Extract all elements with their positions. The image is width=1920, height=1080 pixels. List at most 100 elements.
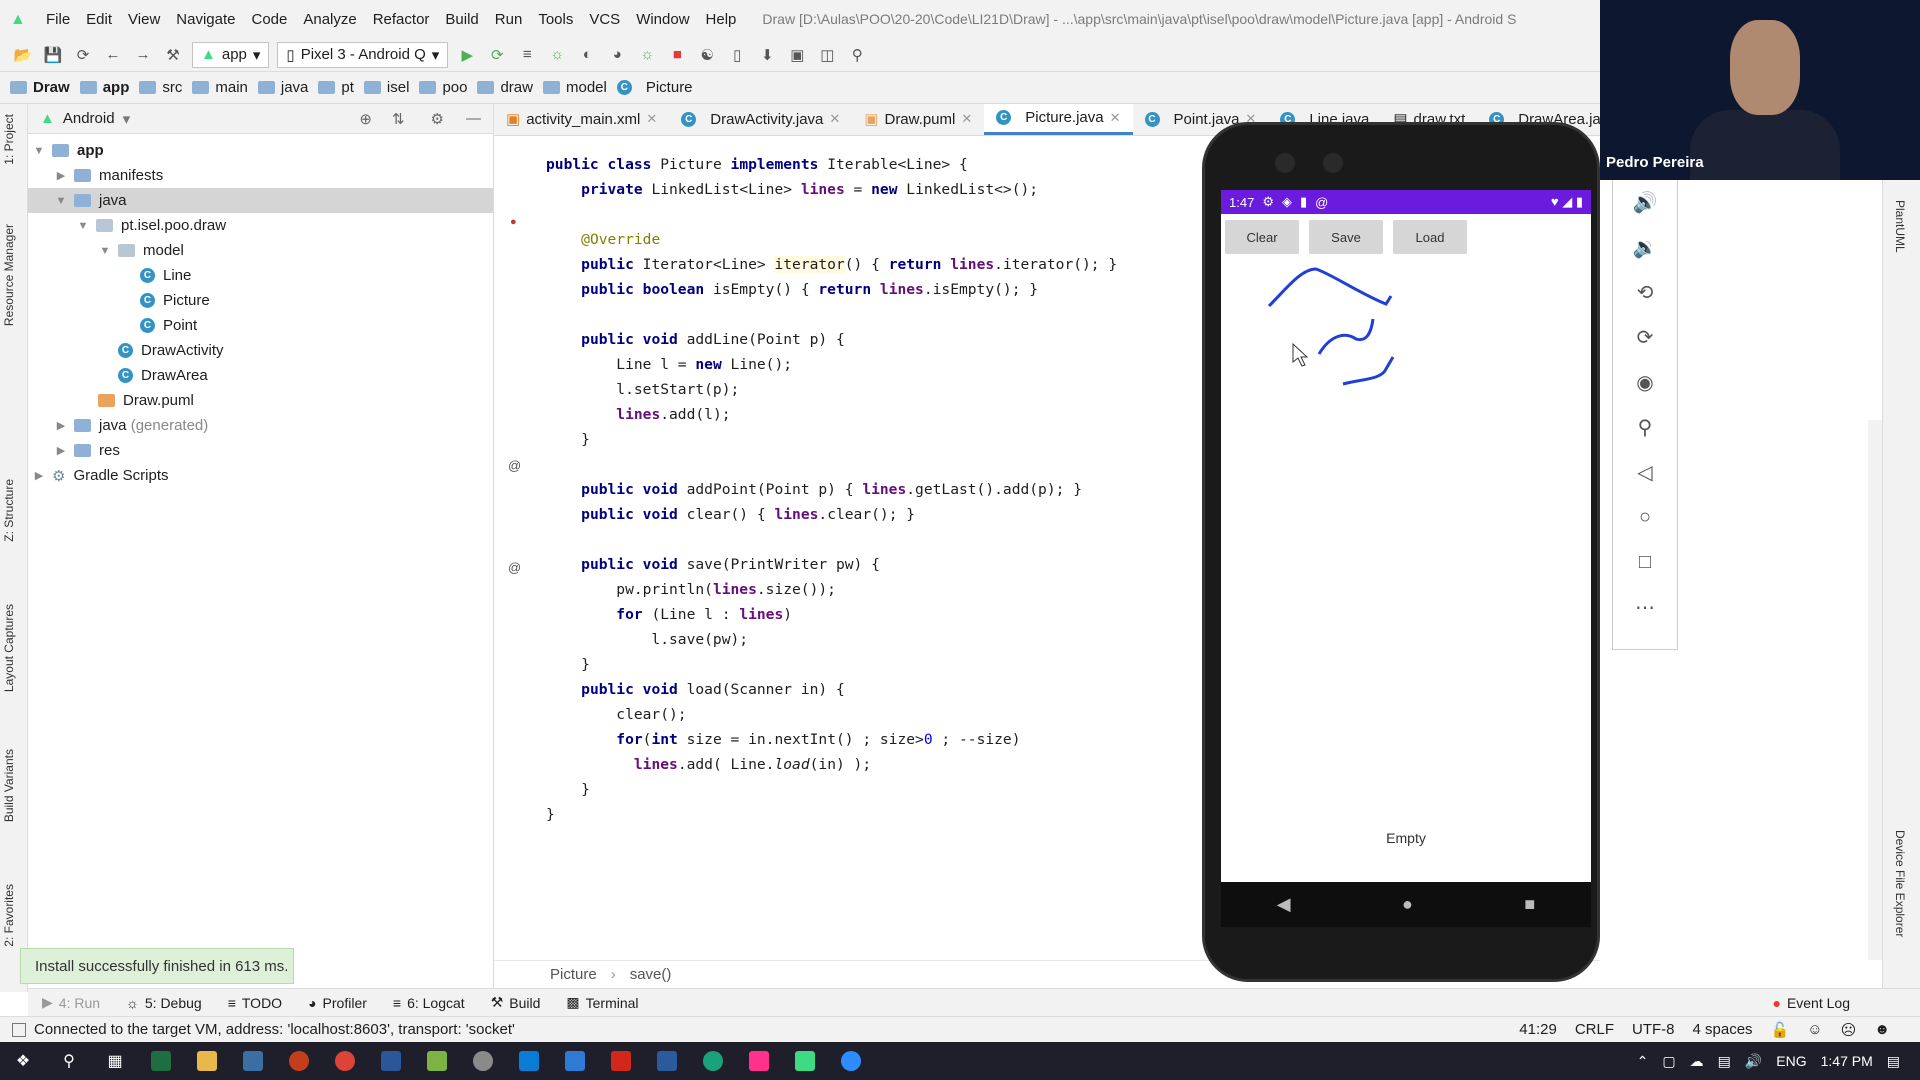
tray-chevron-icon[interactable]: ⌃	[1637, 1053, 1649, 1070]
hector-icon[interactable]: ☻	[1874, 1021, 1890, 1039]
implements-marker-icon[interactable]: ●	[510, 216, 517, 228]
tree-item-java-generated[interactable]: ▶ java (generated)	[28, 413, 493, 438]
menu-view[interactable]: View	[128, 11, 160, 28]
project-tool-tab[interactable]: 1: Project	[2, 114, 16, 165]
menu-edit[interactable]: Edit	[86, 11, 112, 28]
camera-icon[interactable]: ◉	[1613, 360, 1677, 405]
back-icon[interactable]: ←	[98, 42, 128, 68]
search-icon[interactable]: ⚲	[46, 1042, 92, 1080]
close-icon[interactable]: ✕	[829, 111, 840, 127]
locate-icon[interactable]: ⊕	[359, 110, 372, 128]
back-nav-icon[interactable]: ◁	[1613, 450, 1677, 495]
breadcrumb-item[interactable]: src	[139, 79, 182, 96]
module-select[interactable]: ▲ app ▾	[192, 41, 270, 68]
clear-button[interactable]: Clear	[1225, 220, 1299, 254]
tab-picture-java[interactable]: C Picture.java ✕	[984, 104, 1133, 135]
breadcrumb-item[interactable]: poo	[419, 79, 467, 96]
save-button[interactable]: Save	[1309, 220, 1383, 254]
rotate-left-icon[interactable]: ⟲	[1613, 270, 1677, 315]
drawing-canvas[interactable]	[1221, 254, 1591, 414]
store-icon[interactable]	[230, 1042, 276, 1080]
line-separator[interactable]: CRLF	[1575, 1021, 1614, 1039]
taskbar-clock[interactable]: 1:47 PM	[1821, 1053, 1873, 1069]
device-file-explorer-tool-tab[interactable]: Device File Explorer	[1893, 830, 1907, 937]
tab-activity-main-xml[interactable]: ▣ activity_main.xml ✕	[494, 104, 669, 135]
acrobat-icon[interactable]	[598, 1042, 644, 1080]
menu-run[interactable]: Run	[495, 11, 523, 28]
notifications-icon[interactable]: ▤	[1887, 1053, 1900, 1070]
sad-icon[interactable]: ☹	[1841, 1021, 1857, 1039]
code-content[interactable]: public class Picture implements Iterable…	[546, 152, 1117, 827]
editor-scrollbar[interactable]	[1868, 420, 1882, 960]
build-variants-tool-tab[interactable]: Build Variants	[2, 749, 16, 822]
tab-terminal[interactable]: ▩ Terminal	[566, 994, 638, 1011]
expand-toggle-icon[interactable]: ▼	[54, 195, 68, 207]
expand-toggle-icon[interactable]: ▼	[76, 220, 90, 232]
menu-window[interactable]: Window	[636, 11, 689, 28]
zoom-icon[interactable]: ⚲	[1613, 405, 1677, 450]
plantuml-tool-tab[interactable]: PlantUML	[1893, 200, 1907, 253]
breadcrumb-item[interactable]: model	[542, 79, 607, 96]
make-project-icon[interactable]: ⚒	[158, 42, 188, 68]
smile-icon[interactable]: ☺	[1807, 1021, 1822, 1039]
run-icon[interactable]: ▶	[452, 42, 482, 68]
volume-icon[interactable]: 🔊	[1745, 1053, 1762, 1070]
breadcrumb-item[interactable]: java	[257, 79, 308, 96]
search-icon[interactable]: ⚲	[842, 42, 872, 68]
mail-icon[interactable]	[506, 1042, 552, 1080]
android-studio-icon[interactable]	[782, 1042, 828, 1080]
tree-item-app[interactable]: ▼ app	[28, 138, 493, 163]
tree-item-picture[interactable]: C Picture	[28, 288, 493, 313]
sdk-manager-icon[interactable]: ⬇	[752, 42, 782, 68]
project-structure-icon[interactable]: ▣	[782, 42, 812, 68]
coverage-icon[interactable]: ◐	[572, 42, 602, 68]
menu-analyze[interactable]: Analyze	[303, 11, 356, 28]
tab-draw-puml[interactable]: ▣ Draw.puml ✕	[852, 104, 984, 135]
menu-file[interactable]: File	[46, 11, 70, 28]
excel-icon[interactable]	[138, 1042, 184, 1080]
menu-vcs[interactable]: VCS	[589, 11, 620, 28]
layout-captures-tool-tab[interactable]: Layout Captures	[2, 604, 16, 692]
overview-nav-icon[interactable]: ■	[1524, 894, 1535, 915]
open-folder-icon[interactable]: 📂	[8, 42, 38, 68]
breadcrumb-item[interactable]: isel	[363, 79, 409, 96]
tab-event-log[interactable]: ● Event Log	[1772, 995, 1850, 1011]
expand-toggle-icon[interactable]: ▶	[54, 169, 68, 182]
overview-nav-icon[interactable]: □	[1613, 540, 1677, 585]
breadcrumb-item[interactable]: C Picture	[616, 79, 693, 96]
tree-item-drawactivity[interactable]: C DrawActivity	[28, 338, 493, 363]
collapse-all-icon[interactable]: ⇅	[392, 110, 405, 128]
breadcrumb-item[interactable]: Draw	[10, 79, 70, 96]
menu-code[interactable]: Code	[251, 11, 287, 28]
override-marker-icon[interactable]: @	[508, 560, 521, 575]
layout-inspector-icon[interactable]: ◫	[812, 42, 842, 68]
tree-item-draw-puml[interactable]: Draw.puml	[28, 388, 493, 413]
tree-item-manifests[interactable]: ▶ manifests	[28, 163, 493, 188]
menu-navigate[interactable]: Navigate	[176, 11, 235, 28]
breadcrumb-item[interactable]: draw	[477, 79, 533, 96]
tab-logcat[interactable]: ≡ 6: Logcat	[393, 995, 465, 1011]
panel-toggle-icon[interactable]	[12, 1022, 26, 1037]
windows-start-icon[interactable]: ❖	[0, 1042, 46, 1080]
avd-manager-icon[interactable]: ▯	[722, 42, 752, 68]
expand-toggle-icon[interactable]: ▶	[54, 444, 68, 457]
file-encoding[interactable]: UTF-8	[1632, 1021, 1675, 1039]
task-view-icon[interactable]: ▦	[92, 1042, 138, 1080]
profile-icon[interactable]: ◕	[602, 42, 632, 68]
tab-profiler[interactable]: ◕ Profiler	[308, 995, 367, 1011]
cursor-position[interactable]: 41:29	[1519, 1021, 1557, 1039]
menu-refactor[interactable]: Refactor	[373, 11, 430, 28]
powerpoint-icon[interactable]	[276, 1042, 322, 1080]
tree-item-model[interactable]: ▼ model	[28, 238, 493, 263]
menu-tools[interactable]: Tools	[538, 11, 573, 28]
stop-icon[interactable]: ■	[662, 42, 692, 68]
tree-item-line[interactable]: C Line	[28, 263, 493, 288]
powershell-icon[interactable]	[644, 1042, 690, 1080]
tab-run[interactable]: ▶ 4: Run	[42, 994, 100, 1011]
intellij-icon[interactable]	[736, 1042, 782, 1080]
breadcrumb-item[interactable]: main	[192, 79, 248, 96]
chevron-down-icon[interactable]: ▾	[123, 110, 131, 128]
tree-item-point[interactable]: C Point	[28, 313, 493, 338]
tree-item-package[interactable]: ▼ pt.isel.poo.draw	[28, 213, 493, 238]
tab-build[interactable]: ⚒ Build	[491, 994, 541, 1011]
